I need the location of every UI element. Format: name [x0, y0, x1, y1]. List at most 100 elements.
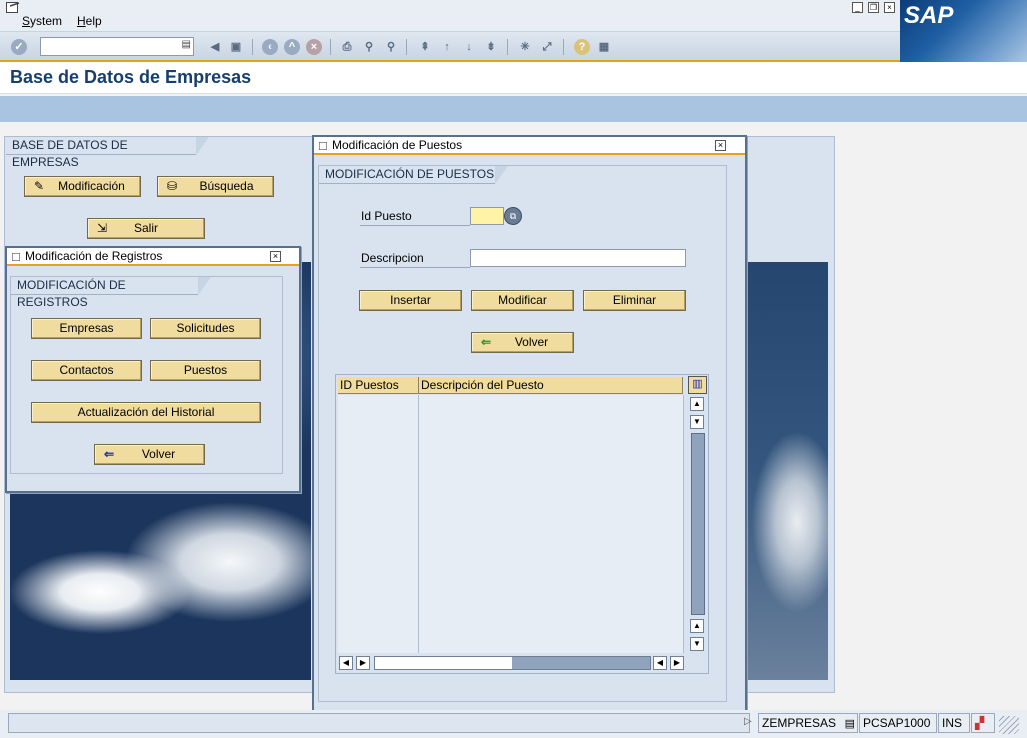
- cell-descripcion[interactable]: [419, 575, 684, 595]
- registros-group-title: MODIFICACIÓN DE REGISTROS: [11, 277, 211, 309]
- cell-descripcion[interactable]: [419, 435, 684, 455]
- cell-descripcion[interactable]: [419, 535, 684, 555]
- cell-descripcion[interactable]: [419, 615, 684, 635]
- cell-id-puesto[interactable]: [338, 615, 419, 635]
- table-row[interactable]: [338, 615, 684, 635]
- search-help-icon[interactable]: ⧉: [504, 207, 522, 225]
- solicitudes-button[interactable]: Solicitudes: [150, 318, 261, 339]
- session-info-icon[interactable]: ▤: [845, 715, 855, 733]
- close-window-icon[interactable]: ×: [884, 2, 895, 13]
- next-page-icon[interactable]: ↓: [461, 39, 477, 55]
- modificacion-button[interactable]: ✎ Modificación: [24, 176, 141, 197]
- cell-id-puesto[interactable]: [338, 595, 419, 615]
- table-row[interactable]: [338, 415, 684, 435]
- modificar-button[interactable]: Modificar: [471, 290, 574, 311]
- find-icon[interactable]: ⚲: [361, 39, 377, 55]
- salir-button[interactable]: ⇲ Salir: [87, 218, 205, 239]
- cell-id-puesto[interactable]: [338, 555, 419, 575]
- exit-icon[interactable]: ^: [284, 39, 300, 55]
- cell-descripcion[interactable]: [419, 555, 684, 575]
- cell-id-puesto[interactable]: [338, 455, 419, 475]
- cell-descripcion[interactable]: [419, 495, 684, 515]
- cell-id-puesto[interactable]: [338, 415, 419, 435]
- scroll-left-icon[interactable]: ◀: [653, 656, 667, 670]
- cell-descripcion[interactable]: [419, 595, 684, 615]
- horizontal-scrollbar-thumb[interactable]: [512, 657, 650, 669]
- column-header[interactable]: ID Puestos: [338, 377, 419, 394]
- scroll-right-icon[interactable]: ▶: [356, 656, 370, 670]
- cell-descripcion[interactable]: [419, 515, 684, 535]
- cell-id-puesto[interactable]: [338, 395, 419, 415]
- new-session-icon[interactable]: ✳: [517, 39, 533, 55]
- descripcion-input[interactable]: [470, 249, 686, 267]
- table-row[interactable]: [338, 575, 684, 595]
- cell-descripcion[interactable]: [419, 635, 684, 653]
- volver-button[interactable]: ⇐ Volver: [94, 444, 205, 465]
- scroll-down-icon[interactable]: ▼: [690, 415, 704, 429]
- table-row[interactable]: [338, 495, 684, 515]
- scroll-left-icon[interactable]: ◀: [339, 656, 353, 670]
- insertar-button[interactable]: Insertar: [359, 290, 462, 311]
- minimize-icon[interactable]: _: [852, 2, 863, 13]
- menu-system[interactable]: System: [22, 14, 62, 28]
- help-icon[interactable]: ?: [574, 39, 590, 55]
- system-menu-icon[interactable]: [6, 2, 20, 14]
- layout-menu-icon[interactable]: ▦: [596, 39, 612, 55]
- contactos-button[interactable]: Contactos: [31, 360, 142, 381]
- print-icon[interactable]: ⎙: [339, 39, 355, 55]
- scroll-down-icon[interactable]: ▼: [690, 637, 704, 651]
- last-page-icon[interactable]: ⇟: [483, 39, 499, 55]
- resize-grip-icon[interactable]: [999, 716, 1019, 734]
- column-header[interactable]: Descripción del Puesto: [419, 377, 683, 394]
- puestos-button[interactable]: Puestos: [150, 360, 261, 381]
- cell-id-puesto[interactable]: [338, 515, 419, 535]
- table-row[interactable]: [338, 435, 684, 455]
- cell-id-puesto[interactable]: [338, 495, 419, 515]
- find-next-icon[interactable]: ⚲: [383, 39, 399, 55]
- horizontal-scrollbar-track[interactable]: [374, 656, 651, 670]
- cell-id-puesto[interactable]: [338, 535, 419, 555]
- command-field[interactable]: ▤: [40, 37, 194, 56]
- cell-descripcion[interactable]: [419, 475, 684, 495]
- table-row[interactable]: [338, 475, 684, 495]
- collapse-arrow-icon[interactable]: ◀: [207, 39, 223, 55]
- back-icon[interactable]: ‹: [262, 39, 278, 55]
- cell-id-puesto[interactable]: [338, 435, 419, 455]
- historial-button[interactable]: Actualización del Historial: [31, 402, 261, 423]
- save-icon[interactable]: ▣: [228, 39, 244, 55]
- shortcut-icon[interactable]: ⤢: [539, 39, 555, 55]
- cell-id-puesto[interactable]: [338, 475, 419, 495]
- cancel-icon[interactable]: ×: [306, 39, 322, 55]
- table-row[interactable]: [338, 635, 684, 653]
- cell-id-puesto[interactable]: [338, 635, 419, 653]
- empresas-button[interactable]: Empresas: [31, 318, 142, 339]
- table-row[interactable]: [338, 535, 684, 555]
- table-settings-icon[interactable]: ▥: [688, 376, 707, 394]
- vertical-scrollbar-thumb[interactable]: [691, 433, 705, 615]
- close-icon[interactable]: ×: [270, 251, 281, 262]
- cell-descripcion[interactable]: [419, 455, 684, 475]
- close-icon[interactable]: ×: [715, 140, 726, 151]
- command-history-icon[interactable]: ▤: [182, 39, 191, 50]
- status-expand-icon[interactable]: ▷: [744, 716, 752, 727]
- busqueda-button[interactable]: ⛁ Búsqueda: [157, 176, 274, 197]
- eliminar-button[interactable]: Eliminar: [583, 290, 686, 311]
- scroll-up-icon[interactable]: ▲: [690, 619, 704, 633]
- cell-descripcion[interactable]: [419, 395, 684, 415]
- cell-descripcion[interactable]: [419, 415, 684, 435]
- volver-button[interactable]: ⇐ Volver: [471, 332, 574, 353]
- cell-id-puesto[interactable]: [338, 575, 419, 595]
- restore-icon[interactable]: ❐: [868, 2, 879, 13]
- menu-help[interactable]: Help: [77, 14, 102, 28]
- enter-check-icon[interactable]: ✓: [11, 39, 27, 55]
- id-puesto-input[interactable]: [470, 207, 504, 225]
- table-row[interactable]: [338, 555, 684, 575]
- first-page-icon[interactable]: ⇞: [417, 39, 433, 55]
- table-row[interactable]: [338, 395, 684, 415]
- scroll-right-icon[interactable]: ▶: [670, 656, 684, 670]
- table-row[interactable]: [338, 455, 684, 475]
- table-row[interactable]: [338, 595, 684, 615]
- previous-page-icon[interactable]: ↑: [439, 39, 455, 55]
- table-row[interactable]: [338, 515, 684, 535]
- scroll-up-icon[interactable]: ▲: [690, 397, 704, 411]
